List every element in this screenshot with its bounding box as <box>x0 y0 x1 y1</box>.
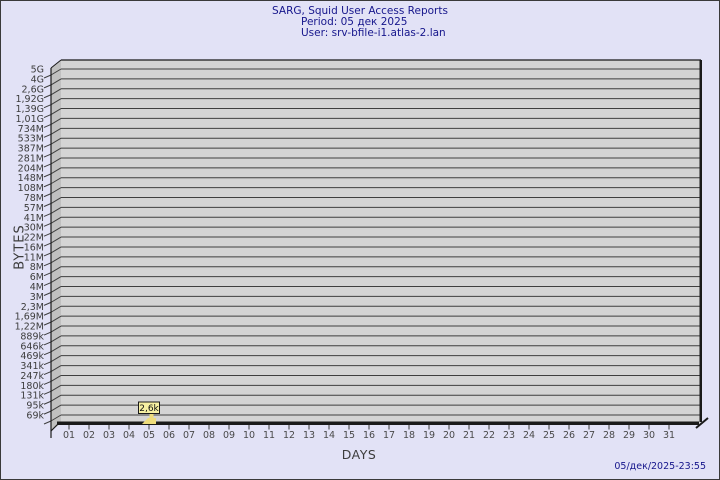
svg-text:12: 12 <box>283 430 295 441</box>
report-canvas: 5G 4G 2,6G 1,92G 1,39G 1,01G 734M 533M 387M 281M 2… <box>0 0 720 480</box>
svg-text:22: 22 <box>483 430 495 441</box>
svg-text:28: 28 <box>603 430 615 441</box>
svg-text:06: 06 <box>163 430 175 441</box>
svg-text:07: 07 <box>183 430 195 441</box>
svg-text:29: 29 <box>623 430 635 441</box>
svg-text:31: 31 <box>663 430 675 441</box>
chart-svg: 5G4G2,6G1,92G1,39G1,01G734M533M387M281M2… <box>15 59 709 441</box>
svg-text:14: 14 <box>323 430 335 441</box>
svg-text:13: 13 <box>303 430 315 441</box>
svg-text:05: 05 <box>143 430 155 441</box>
svg-text:21: 21 <box>463 430 475 441</box>
svg-text:25: 25 <box>543 430 555 441</box>
svg-text:20: 20 <box>443 430 455 441</box>
svg-text:18: 18 <box>403 430 415 441</box>
plot-right-edge <box>699 60 702 422</box>
svg-text:69k: 69k <box>26 411 44 422</box>
report-user: User: srv-bfile-i1.atlas-2.lan <box>301 27 446 39</box>
generated-timestamp: 05/дек/2025-23:55 <box>614 461 706 472</box>
x-axis-title: DAYS <box>341 447 377 462</box>
svg-text:27: 27 <box>583 430 595 441</box>
svg-text:09: 09 <box>223 430 235 441</box>
svg-text:23: 23 <box>503 430 515 441</box>
svg-text:24: 24 <box>523 430 535 441</box>
svg-text:26: 26 <box>563 430 575 441</box>
svg-text:10: 10 <box>243 430 255 441</box>
svg-text:11: 11 <box>263 430 275 441</box>
svg-text:19: 19 <box>423 430 435 441</box>
x-tick-labels: 01 02 03 04 05 06 07 08 09 10 11 12 13 14 15 16 17 18 19 20… <box>63 425 675 441</box>
svg-text:30: 30 <box>643 430 655 441</box>
svg-text:01: 01 <box>63 430 75 441</box>
y-axis-title: BYTES <box>12 224 28 270</box>
bar-value-label: 2,6k <box>139 404 159 414</box>
svg-text:15: 15 <box>343 430 355 441</box>
svg-text:17: 17 <box>383 430 395 441</box>
svg-text:02: 02 <box>83 430 95 441</box>
svg-text:04: 04 <box>123 430 135 441</box>
svg-text:16: 16 <box>363 430 375 441</box>
svg-text:08: 08 <box>203 430 215 441</box>
plot-left-wall <box>51 60 61 431</box>
svg-text:03: 03 <box>103 430 115 441</box>
plot-area <box>61 60 701 425</box>
